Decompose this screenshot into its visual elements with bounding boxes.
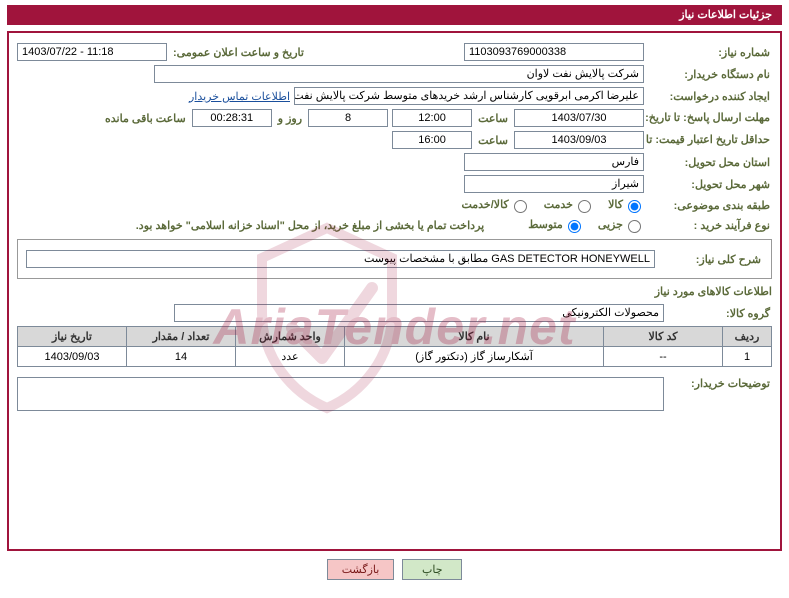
label-purchase-type: نوع فرآیند خرید :: [648, 219, 772, 232]
payment-note: پرداخت تمام یا بخشی از مبلغ خرید، از محل…: [136, 219, 484, 232]
label-subject-cat: طبقه بندی موضوعی:: [648, 199, 772, 212]
buyer-notes-field: [17, 377, 664, 411]
province-field: فارس: [464, 153, 644, 171]
label-remaining: ساعت باقی مانده: [103, 112, 188, 125]
col-qty: تعداد / مقدار: [127, 327, 236, 347]
announce-datetime-field: 1403/07/22 - 11:18: [17, 43, 167, 61]
time-remaining-field: 00:28:31: [192, 109, 272, 127]
col-unit: واحد شمارش: [236, 327, 345, 347]
col-item-name: نام کالا: [345, 327, 604, 347]
cell-need-date: 1403/09/03: [18, 347, 127, 367]
radio-goods[interactable]: [628, 200, 641, 213]
need-number-field: 1103093769000338: [464, 43, 644, 61]
col-need-date: تاریخ نیاز: [18, 327, 127, 347]
col-item-code: کد کالا: [604, 327, 723, 347]
cell-unit: عدد: [236, 347, 345, 367]
panel-header: جزئیات اطلاعات نیاز: [7, 5, 782, 25]
general-desc-panel: شرح کلی نیاز: GAS DETECTOR HONEYWELL مطا…: [17, 239, 772, 279]
radio-service[interactable]: [578, 200, 591, 213]
label-price-validity: حداقل تاریخ اعتبار قیمت: تا تاریخ:: [648, 134, 772, 146]
reply-time-field: 12:00: [392, 109, 472, 127]
table-header-row: ردیف کد کالا نام کالا واحد شمارش تعداد /…: [18, 327, 772, 347]
days-remaining-field: 8: [308, 109, 388, 127]
radio-goods-label: کالا: [608, 197, 644, 213]
label-city: شهر محل تحویل:: [648, 178, 772, 191]
item-group-field: محصولات الکترونیکی: [174, 304, 664, 322]
radio-partial[interactable]: [628, 220, 641, 233]
general-desc-field: GAS DETECTOR HONEYWELL مطابق با مشخصات پ…: [26, 250, 655, 268]
action-buttons: چاپ بازگشت: [1, 559, 788, 580]
buyer-contact-link[interactable]: اطلاعات تماس خریدار: [189, 90, 290, 103]
items-info-title: اطلاعات کالاهای مورد نیاز: [17, 285, 772, 298]
validity-time-field: 16:00: [392, 131, 472, 149]
main-panel: AriaTender.net شماره نیاز: 1103093769000…: [7, 31, 782, 551]
buyer-org-field: شرکت پالایش نفت لاوان: [154, 65, 644, 83]
label-reply-deadline: مهلت ارسال پاسخ: تا تاریخ:: [648, 112, 772, 124]
table-row: 1 -- آشکارساز گاز (دتکتور گاز) عدد 14 14…: [18, 347, 772, 367]
radio-medium[interactable]: [568, 220, 581, 233]
radio-partial-label: جزیی: [598, 217, 644, 233]
cell-row: 1: [723, 347, 772, 367]
label-hour-1: ساعت: [476, 112, 510, 125]
cell-item-code: --: [604, 347, 723, 367]
radio-goods-service-label: کالا/خدمت: [461, 197, 529, 213]
cell-item-name: آشکارساز گاز (دتکتور گاز): [345, 347, 604, 367]
label-hour-2: ساعت: [476, 134, 510, 147]
label-province: استان محل تحویل:: [648, 156, 772, 169]
cell-qty: 14: [127, 347, 236, 367]
city-field: شیراز: [464, 175, 644, 193]
radio-service-label: خدمت: [544, 197, 594, 213]
reply-date-field: 1403/07/30: [514, 109, 644, 127]
label-requester: ایجاد کننده درخواست:: [648, 90, 772, 103]
radio-goods-service[interactable]: [514, 200, 527, 213]
col-row: ردیف: [723, 327, 772, 347]
items-table: ردیف کد کالا نام کالا واحد شمارش تعداد /…: [17, 326, 772, 367]
label-buyer-notes: توضیحات خریدار:: [668, 377, 772, 390]
print-button[interactable]: چاپ: [402, 559, 462, 580]
label-item-group: گروه کالا:: [668, 307, 772, 320]
label-general-desc: شرح کلی نیاز:: [659, 253, 763, 266]
label-days-and: روز و: [276, 112, 304, 125]
label-buyer-org: نام دستگاه خریدار:: [648, 68, 772, 81]
validity-date-field: 1403/09/03: [514, 131, 644, 149]
back-button[interactable]: بازگشت: [327, 559, 395, 580]
requester-field: علیرضا اکرمی ابرقویی کارشناس ارشد خریدها…: [294, 87, 644, 105]
label-need-no: شماره نیاز:: [648, 46, 772, 59]
label-announce-dt: تاریخ و ساعت اعلان عمومی:: [171, 46, 306, 59]
radio-medium-label: متوسط: [528, 217, 584, 233]
